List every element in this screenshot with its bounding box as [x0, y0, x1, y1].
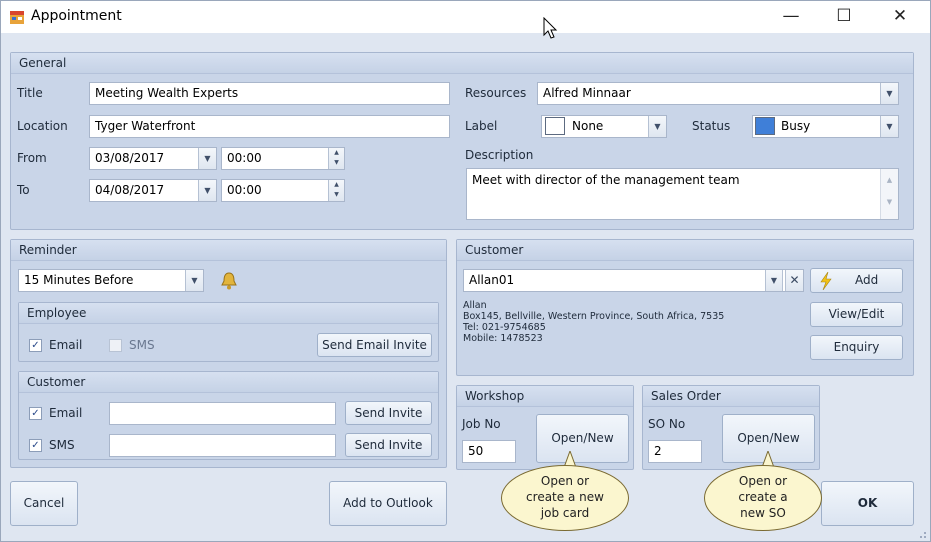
status-value: Busy — [781, 119, 811, 133]
reminder-dropdown-icon[interactable]: ▼ — [185, 270, 203, 291]
to-date-picker[interactable]: 04/08/2017 ▼ — [89, 179, 217, 202]
cancel-button[interactable]: Cancel — [10, 481, 78, 526]
description-textarea[interactable]: Meet with director of the management tea… — [466, 168, 899, 220]
mouse-cursor-icon — [543, 17, 558, 39]
customer-info-address: Box145, Bellville, Western Province, Sou… — [463, 311, 725, 322]
sales-order-group: Sales Order SO No 2 Open/New — [642, 385, 820, 470]
status-dropdown-icon[interactable]: ▼ — [880, 116, 898, 137]
customer-email-input[interactable] — [109, 402, 336, 425]
minimize-button[interactable]: — — [776, 5, 806, 29]
customer-sms-input[interactable] — [109, 434, 336, 457]
from-time-value: 00:00 — [227, 151, 262, 165]
employee-group: Employee ✓ Email SMS Send Email Invite — [18, 302, 439, 362]
status-label: Status — [692, 119, 731, 133]
customer-info-mobile: Mobile: 1478523 — [463, 333, 543, 344]
general-group-title: General — [11, 53, 913, 74]
customer-info: Allan Box145, Bellville, Western Provinc… — [463, 300, 724, 344]
reminder-value: 15 Minutes Before — [24, 273, 134, 287]
customer-dropdown-icon[interactable]: ▼ — [765, 270, 783, 291]
resources-value: Alfred Minnaar — [543, 86, 631, 100]
employee-email-label: Email — [49, 338, 83, 352]
window-title: Appointment — [31, 8, 122, 24]
view-edit-customer-button[interactable]: View/Edit — [810, 302, 903, 327]
to-time-spinner[interactable]: 00:00 ▲ ▼ — [221, 179, 345, 202]
label-label: Label — [465, 119, 498, 133]
so-no-label: SO No — [648, 417, 686, 431]
resources-label: Resources — [465, 86, 527, 100]
app-icon — [10, 11, 24, 24]
reminder-customer-group-title: Customer — [19, 372, 438, 393]
from-time-spin-icon[interactable]: ▲ ▼ — [328, 148, 344, 169]
employee-group-title: Employee — [19, 303, 438, 324]
status-select[interactable]: Busy ▼ — [752, 115, 899, 138]
customer-send-email-invite-button[interactable]: Send Invite — [345, 401, 432, 425]
job-no-label: Job No — [462, 417, 501, 431]
description-value: Meet with director of the management tea… — [472, 173, 740, 187]
from-date-picker[interactable]: 03/08/2017 ▼ — [89, 147, 217, 170]
reminder-group-title: Reminder — [11, 240, 446, 261]
so-no-input[interactable]: 2 — [648, 440, 702, 463]
from-date-dropdown-icon[interactable]: ▼ — [198, 148, 216, 169]
to-time-spin-icon[interactable]: ▲ ▼ — [328, 180, 344, 201]
close-button[interactable]: ✕ — [885, 5, 915, 29]
reminder-group: Reminder 15 Minutes Before ▼ Employee ✓ … — [10, 239, 447, 468]
customer-group: Customer Allan01 ▼ ✕ Allan Box145, Bellv… — [456, 239, 914, 376]
customer-value: Allan01 — [469, 273, 515, 287]
customer-email-label: Email — [49, 406, 83, 420]
employee-sms-checkbox[interactable] — [109, 339, 122, 352]
resize-grip-icon[interactable] — [915, 527, 927, 539]
customer-group-title: Customer — [457, 240, 913, 261]
lightning-icon — [820, 272, 832, 290]
workshop-group-title: Workshop — [457, 386, 633, 407]
reminder-customer-group: Customer ✓ Email Send Invite ✓ SMS Send … — [18, 371, 439, 460]
enquiry-button[interactable]: Enquiry — [810, 335, 903, 360]
customer-select[interactable]: Allan01 ▼ ✕ — [463, 269, 804, 292]
customer-send-sms-invite-button[interactable]: Send Invite — [345, 433, 432, 457]
location-input[interactable]: Tyger Waterfront — [89, 115, 450, 138]
resources-dropdown-icon[interactable]: ▼ — [880, 83, 898, 104]
ok-button[interactable]: OK — [821, 481, 914, 526]
reminder-select[interactable]: 15 Minutes Before ▼ — [18, 269, 204, 292]
customer-sms-label: SMS — [49, 438, 75, 452]
status-color-swatch — [755, 117, 775, 135]
location-label: Location — [17, 119, 68, 133]
employee-email-checkbox[interactable]: ✓ — [29, 339, 42, 352]
appointment-window: Appointment — ☐ ✕ General Title Meeting … — [0, 0, 931, 542]
from-date-value: 03/08/2017 — [95, 151, 165, 165]
add-to-outlook-button[interactable]: Add to Outlook — [329, 481, 447, 526]
maximize-button[interactable]: ☐ — [829, 5, 859, 29]
from-time-spinner[interactable]: 00:00 ▲ ▼ — [221, 147, 345, 170]
label-select[interactable]: None ▼ — [541, 115, 667, 138]
from-label: From — [17, 151, 47, 165]
customer-clear-icon[interactable]: ✕ — [785, 270, 803, 291]
customer-info-tel: Tel: 021-9754685 — [463, 322, 546, 333]
title-bar: Appointment — ☐ ✕ — [1, 1, 930, 39]
description-label: Description — [465, 148, 534, 162]
to-date-value: 04/08/2017 — [95, 183, 165, 197]
add-customer-button[interactable]: Add — [810, 268, 903, 293]
callout-job-card: Open or create a new job card — [501, 465, 629, 531]
employee-sms-label: SMS — [129, 338, 155, 352]
description-scrollbar[interactable]: ▲ ▼ — [880, 169, 898, 219]
send-email-invite-button[interactable]: Send Email Invite — [317, 333, 432, 357]
general-group: General Title Meeting Wealth Experts Loc… — [10, 52, 914, 230]
bell-icon — [221, 272, 237, 290]
customer-email-checkbox[interactable]: ✓ — [29, 407, 42, 420]
label-dropdown-icon[interactable]: ▼ — [648, 116, 666, 137]
to-label: To — [17, 183, 30, 197]
customer-info-name: Allan — [463, 300, 487, 311]
sales-order-group-title: Sales Order — [643, 386, 819, 407]
label-color-swatch — [545, 117, 565, 135]
label-value: None — [572, 119, 604, 133]
title-input[interactable]: Meeting Wealth Experts — [89, 82, 450, 105]
to-time-value: 00:00 — [227, 183, 262, 197]
title-label: Title — [17, 86, 43, 100]
callout-sales-order: Open or create a new SO — [704, 465, 822, 531]
to-date-dropdown-icon[interactable]: ▼ — [198, 180, 216, 201]
resources-select[interactable]: Alfred Minnaar ▼ — [537, 82, 899, 105]
customer-sms-checkbox[interactable]: ✓ — [29, 439, 42, 452]
workshop-group: Workshop Job No 50 Open/New — [456, 385, 634, 470]
add-customer-label: Add — [855, 273, 879, 287]
job-no-input[interactable]: 50 — [462, 440, 516, 463]
